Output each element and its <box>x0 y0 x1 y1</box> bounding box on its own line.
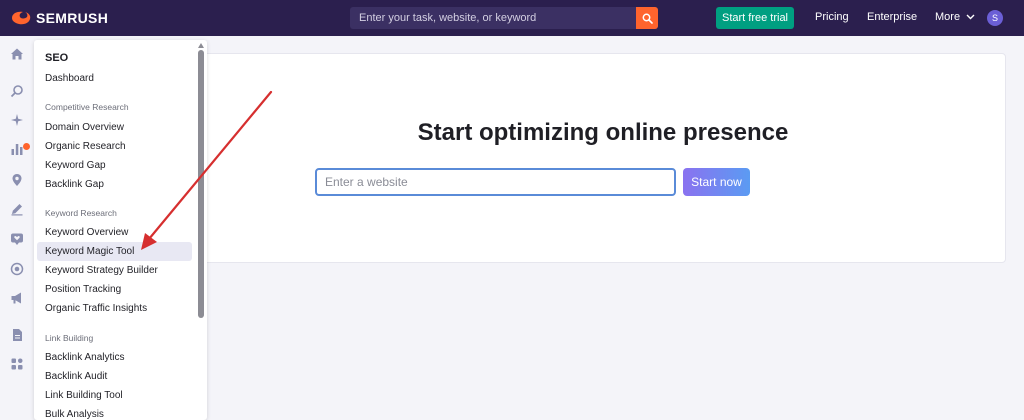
bar-chart-icon[interactable] <box>10 142 24 156</box>
ai-sparkle-icon[interactable] <box>10 113 24 127</box>
pricing-link[interactable]: Pricing <box>815 11 849 23</box>
start-now-button[interactable]: Start now <box>683 168 750 196</box>
apps-grid-icon[interactable] <box>10 357 24 371</box>
menu-item-bulk-analysis[interactable]: Bulk Analysis <box>37 405 192 420</box>
brand-name: SEMRUSH <box>36 10 109 26</box>
semrush-logo[interactable]: SEMRUSH <box>10 9 108 27</box>
section-link-building: Link Building <box>45 333 94 343</box>
section-competitive-research: Competitive Research <box>45 102 129 112</box>
heart-chat-icon[interactable] <box>10 232 24 246</box>
more-menu-button[interactable]: More <box>935 11 975 23</box>
left-rail <box>0 36 34 420</box>
seo-icon[interactable] <box>10 84 24 98</box>
chevron-down-icon <box>966 14 975 20</box>
document-icon[interactable] <box>10 328 24 342</box>
pencil-icon[interactable] <box>10 202 24 216</box>
menu-item-link-building-tool[interactable]: Link Building Tool <box>37 386 192 405</box>
menu-item-position-tracking[interactable]: Position Tracking <box>37 280 192 299</box>
megaphone-icon[interactable] <box>10 291 24 305</box>
menu-item-backlink-analytics[interactable]: Backlink Analytics <box>37 348 192 367</box>
semrush-flame-icon <box>12 11 31 25</box>
search-button[interactable] <box>636 7 658 29</box>
start-free-trial-button[interactable]: Start free trial <box>716 7 794 29</box>
menu-item-keyword-strategy-builder[interactable]: Keyword Strategy Builder <box>37 261 192 280</box>
menu-header: SEO <box>45 52 69 64</box>
menu-item-backlink-audit[interactable]: Backlink Audit <box>37 367 192 386</box>
menu-item-domain-overview[interactable]: Domain Overview <box>37 118 192 137</box>
notification-dot <box>23 143 30 150</box>
menu-item-backlink-gap[interactable]: Backlink Gap <box>37 175 192 194</box>
target-icon[interactable] <box>10 262 24 276</box>
menu-item-keyword-gap[interactable]: Keyword Gap <box>37 156 192 175</box>
main-card: Start optimizing online presence Start n… <box>198 53 1006 263</box>
page-title: Start optimizing online presence <box>417 119 789 146</box>
enterprise-link[interactable]: Enterprise <box>867 11 917 23</box>
menu-item-keyword-magic-tool[interactable]: Keyword Magic Tool <box>37 242 192 261</box>
section-keyword-research: Keyword Research <box>45 208 117 218</box>
more-label: More <box>935 11 961 23</box>
seo-dropdown-menu: SEO Dashboard Competitive Research Domai… <box>34 40 207 420</box>
top-bar: SEMRUSH Start free trial Pricing Enterpr… <box>0 0 1024 36</box>
user-avatar[interactable]: S <box>987 10 1003 26</box>
menu-scrollbar[interactable] <box>198 50 204 318</box>
menu-item-dashboard[interactable]: Dashboard <box>37 69 192 88</box>
home-icon[interactable] <box>10 47 24 61</box>
website-input[interactable] <box>315 168 676 196</box>
menu-item-organic-traffic-insights[interactable]: Organic Traffic Insights <box>37 299 192 318</box>
global-search <box>350 7 658 29</box>
scroll-up-arrow[interactable] <box>198 43 204 48</box>
global-search-input[interactable] <box>350 7 636 29</box>
menu-item-keyword-overview[interactable]: Keyword Overview <box>37 223 192 242</box>
location-pin-icon[interactable] <box>10 173 24 187</box>
search-icon <box>642 13 653 24</box>
menu-item-organic-research[interactable]: Organic Research <box>37 137 192 156</box>
